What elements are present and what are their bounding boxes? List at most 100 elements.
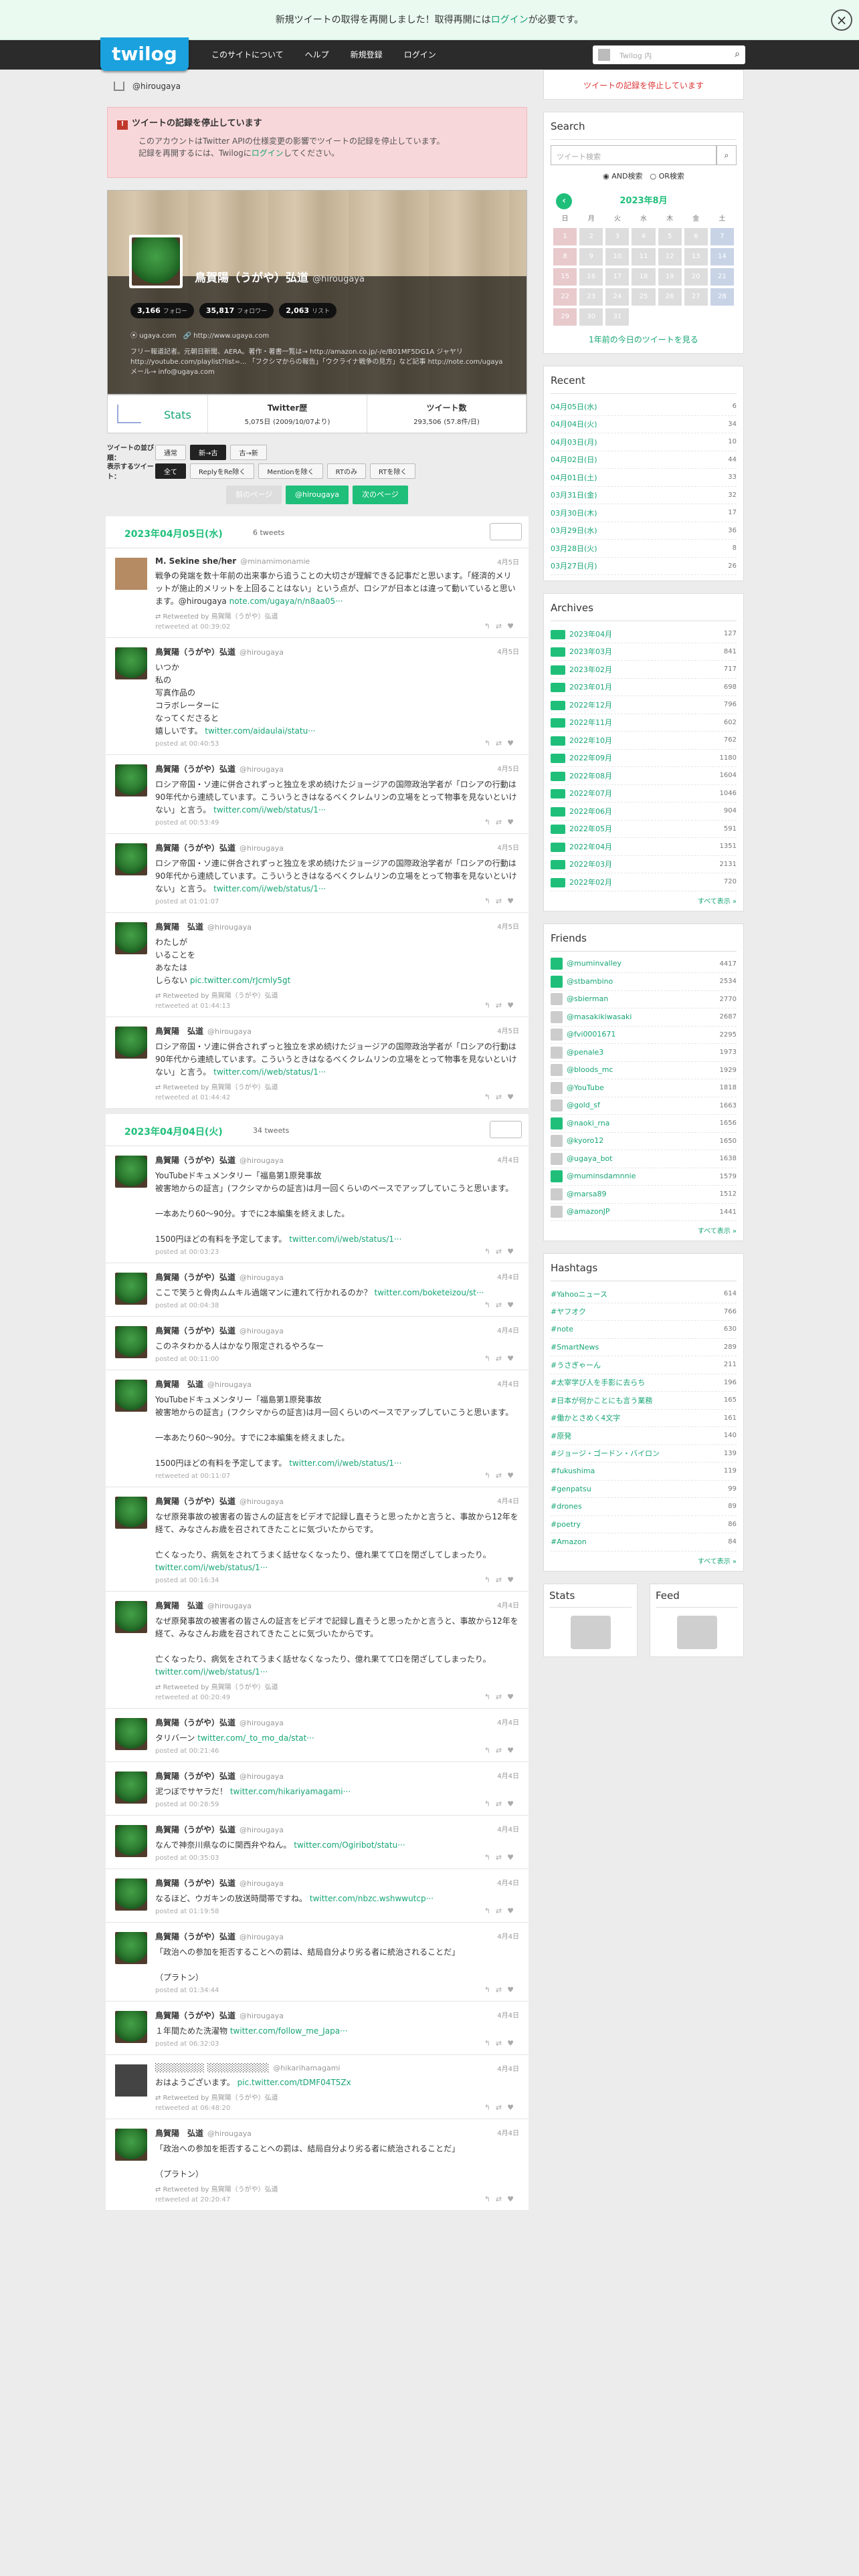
tweet-date[interactable]: 4月5日 [497,842,519,852]
recent-label[interactable]: 03月31日(金) [551,490,597,500]
recent-item[interactable]: 03月30日(木) 17 [551,504,737,522]
archive-label[interactable]: 2022年05月 [551,823,612,835]
tweet-screen-name[interactable]: @hirougaya [240,1826,284,1834]
tweet-author[interactable]: 鳥賀陽（うがや）弘道 @hirougaya [155,1877,519,1889]
recent-label[interactable]: 04月05日(水) [551,401,597,412]
search-icon[interactable]: ⌕ [717,145,737,165]
friend-item[interactable]: @ugaya_bot 1638 [551,1150,737,1168]
stats-widget[interactable]: Stats [543,1583,638,1657]
hashtag-item[interactable]: #Yahooニュース 614 [551,1285,737,1303]
tweet-date[interactable]: 4月5日 [497,1025,519,1035]
friend-item[interactable]: @amazonJP 1441 [551,1204,737,1221]
tweet-author[interactable]: 鳥賀陽 弘道 @hirougaya [155,1378,519,1390]
nav-item-3[interactable]: ログイン [393,40,447,70]
hashtag-item[interactable]: #note 630 [551,1321,737,1339]
friend-label[interactable]: @amazonJP [551,1206,610,1218]
tweet-screen-name[interactable]: @hirougaya [207,1602,252,1610]
tweet-link[interactable]: twitter.com/boketeizou/st··· [374,1288,484,1297]
avatar[interactable] [115,1772,147,1804]
tweet-link[interactable]: twitter.com/i/web/status/1··· [289,1235,401,1244]
tweet-date[interactable]: 4月4日 [497,1824,519,1834]
notice-login-link[interactable]: ログイン [491,15,529,25]
nav-item-2[interactable]: 新規登録 [340,40,393,70]
hashtag-item[interactable]: #太宰学び人を手影に去らち 196 [551,1374,737,1392]
tweet-screen-name[interactable]: @hirougaya [240,1273,284,1282]
recent-label[interactable]: 03月29日(水) [551,525,597,536]
archive-label[interactable]: 2022年10月 [551,735,612,746]
tweet-link[interactable]: twitter.com/nbzc.wshwwutcp··· [310,1894,434,1903]
avatar[interactable] [115,843,147,875]
tweet-screen-name[interactable]: @hirougaya [207,923,252,932]
archive-item[interactable]: 2022年03月 2131 [551,856,737,873]
tweet-date[interactable]: 4月5日 [497,646,519,656]
friend-label[interactable]: @YouTube [551,1081,604,1094]
tweet-date[interactable]: 4月4日 [497,1877,519,1887]
tweet-date[interactable]: 4月5日 [497,556,519,566]
tweet-actions[interactable]: ↰⇄♥ [484,1001,519,1010]
avatar[interactable] [115,1932,147,1964]
recent-item[interactable]: 04月04日(火) 34 [551,416,737,433]
hashtag-item[interactable]: #働かとさめく4文字 161 [551,1410,737,1427]
profile-url[interactable]: http://www.ugaya.com [193,332,269,340]
archive-label[interactable]: 2022年11月 [551,717,612,728]
friend-item[interactable]: @penale3 1973 [551,1044,737,1062]
order-button[interactable]: 通常 [155,444,186,460]
tweet-author[interactable]: 鳥賀陽 弘道 @hirougaya [155,921,519,932]
tweet-actions[interactable]: ↰⇄♥ [484,1471,519,1480]
friend-item[interactable]: @gold_sf 1663 [551,1097,737,1115]
avatar[interactable] [115,1326,147,1358]
site-search[interactable]: Twilog 内 ⌕ [593,45,745,64]
recent-item[interactable]: 03月29日(水) 36 [551,522,737,540]
home-icon[interactable] [114,82,124,91]
archive-item[interactable]: 2022年07月 1046 [551,785,737,802]
tweet-link[interactable]: twitter.com/i/web/status/1··· [213,884,326,893]
archive-label[interactable]: 2023年04月 [551,629,612,639]
friends-more-link[interactable]: すべて表示 » [698,1228,737,1235]
day-date[interactable]: 2023年04月05日(水) [124,527,223,540]
order-button[interactable]: 古→新 [230,444,267,460]
avatar[interactable] [115,647,147,679]
tweet-link[interactable]: pic.twitter.com/rJcmly5gt [190,976,290,985]
prev-month-button[interactable]: ‹ [556,193,572,209]
friend-item[interactable]: @naoki_rna 1656 [551,1115,737,1133]
tweet-date[interactable]: 4月4日 [497,2063,519,2073]
tweet-actions[interactable]: ↰⇄♥ [484,2195,519,2204]
tweet-screen-name[interactable]: @hirougaya [207,1027,252,1036]
tweet-author[interactable]: 鳥賀陽（うがや）弘道 @hirougaya [155,763,519,774]
tweet-actions[interactable]: ↰⇄♥ [484,1093,519,1101]
avatar[interactable] [115,1879,147,1911]
posted-at[interactable]: posted at 00:03:23 [155,1249,519,1256]
recent-item[interactable]: 03月31日(金) 32 [551,487,737,504]
hashtags-more-link[interactable]: すべて表示 » [698,1558,737,1566]
hashtag-item[interactable]: #ジョージ・ゴードン・バイロン 139 [551,1445,737,1463]
posted-at[interactable]: posted at 00:21:46 [155,1747,519,1755]
tweet-actions[interactable]: ↰⇄♥ [484,1746,519,1755]
tweet-author[interactable]: 鳥賀陽（うがや）弘道 @hirougaya [155,646,519,657]
tweet-date[interactable]: 4月4日 [497,1154,519,1164]
avatar[interactable] [115,1497,147,1529]
hashtag-item[interactable]: #fukushima 119 [551,1463,737,1481]
next-page-button[interactable]: 次のページ [352,486,408,504]
archive-label[interactable]: 2022年08月 [551,770,612,781]
tweet-author[interactable]: 鳥賀陽（うがや）弘道 @hirougaya [155,1770,519,1782]
tweet-actions[interactable]: ↰⇄♥ [484,2039,519,2048]
recent-item[interactable]: 04月05日(水) 6 [551,398,737,416]
hashtag-label[interactable]: #働かとさめく4文字 [551,1412,620,1423]
tweet-date[interactable]: 4月4日 [497,1271,519,1281]
nav-item-0[interactable]: このサイトについて [201,40,294,70]
tweet-screen-name[interactable]: @hikarihamagami [273,2064,340,2072]
tweet-link[interactable]: twitter.com/i/web/status/1··· [213,805,326,815]
recent-item[interactable]: 03月27日(月) 26 [551,558,737,575]
posted-at[interactable]: retweeted at 20:20:47 [155,2196,519,2204]
friend-item[interactable]: @YouTube 1818 [551,1079,737,1097]
posted-at[interactable]: posted at 01:01:07 [155,898,519,905]
tweet-actions[interactable]: ↰⇄♥ [484,1576,519,1584]
archive-item[interactable]: 2022年05月 591 [551,821,737,838]
posted-at[interactable]: posted at 01:19:58 [155,1908,519,1915]
archive-item[interactable]: 2022年06月 904 [551,802,737,821]
friend-label[interactable]: @bloods_mc [551,1064,613,1077]
posted-at[interactable]: retweeted at 01:44:13 [155,1002,519,1010]
tweet-actions[interactable]: ↰⇄♥ [484,1907,519,1915]
search-icon[interactable]: ⌕ [735,49,740,60]
tweet-screen-name[interactable]: @hirougaya [240,648,284,657]
